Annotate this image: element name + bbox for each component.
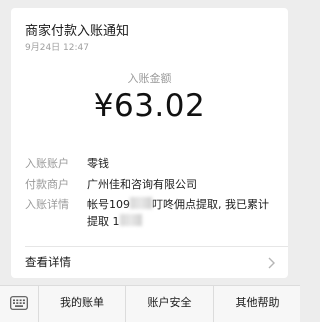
redacted-blur xyxy=(119,214,142,226)
info-value-details: 帐号109 叮咚佣点提取, 我已累计提取 1 xyxy=(87,196,277,230)
keyboard-toggle-button[interactable] xyxy=(0,286,38,322)
details-account-text: 帐号109 xyxy=(87,198,130,211)
bottom-menu-bar: 我的账单 账户安全 其他帮助 xyxy=(0,285,300,322)
info-label-account: 入账账户 xyxy=(25,157,69,170)
amount-label: 入账金额 xyxy=(127,72,172,85)
menu-account-security[interactable]: 账户安全 xyxy=(125,286,213,322)
menu-my-bills[interactable]: 我的账单 xyxy=(38,286,125,322)
chevron-right-icon xyxy=(268,257,275,269)
notification-title: 商家付款入账通知 xyxy=(25,24,130,39)
keyboard-icon xyxy=(10,296,28,310)
info-value-account: 零钱 xyxy=(87,157,109,170)
menu-other-help[interactable]: 其他帮助 xyxy=(213,286,301,322)
view-details-link[interactable]: 查看详情 xyxy=(11,246,288,278)
notification-datetime: 9月24日 12:47 xyxy=(25,43,89,53)
info-value-merchant: 广州佳和咨询有限公司 xyxy=(87,178,197,191)
payment-notification-card: 商家付款入账通知 9月24日 12:47 入账金额 ¥63.02 入账账户 零钱… xyxy=(11,8,288,278)
redacted-blur xyxy=(130,197,152,209)
info-label-details: 入账详情 xyxy=(25,198,69,211)
view-details-label: 查看详情 xyxy=(25,255,71,269)
info-label-merchant: 付款商户 xyxy=(25,178,69,191)
amount-value: ¥63.02 xyxy=(93,88,206,124)
